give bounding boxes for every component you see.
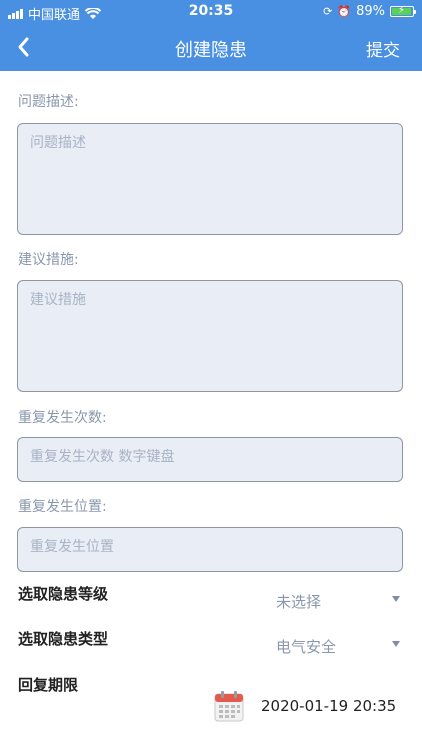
hazard-type-label: 选取隐患类型 [18, 630, 109, 648]
submit-button[interactable]: 提交 [366, 36, 400, 61]
hazard-level-value: 未选择 [276, 593, 322, 611]
page-title: 创建隐患 [175, 40, 247, 61]
deadline-datetime[interactable]: 2020-01-19 20:35 [261, 697, 396, 715]
hazard-level-select[interactable]: 未选择 [276, 591, 402, 612]
battery-text: 89% [356, 4, 385, 19]
suggested-measures-label: 建议措施: [18, 252, 79, 268]
suggested-measures-input[interactable]: 建议措施 [17, 280, 403, 392]
repeat-count-label: 重复发生次数: [18, 410, 107, 426]
repeat-location-label: 重复发生位置: [18, 499, 107, 515]
hazard-level-label: 选取隐患等级 [18, 585, 109, 603]
orientation-lock-icon: ⟳ [323, 5, 333, 18]
status-right: ⟳ ⏰ 89% ⚡ [323, 4, 416, 19]
battery-icon: ⚡ [390, 5, 416, 17]
hazard-type-select[interactable]: 电气安全 [276, 636, 402, 657]
chevron-down-icon [392, 641, 400, 647]
status-bar: 中国联通 20:35 ⟳ ⏰ 89% ⚡ [0, 0, 422, 24]
problem-description-input[interactable]: 问题描述 [17, 123, 403, 235]
hazard-type-value: 电气安全 [276, 638, 337, 656]
repeat-count-input[interactable]: 重复发生次数 数字键盘 [17, 437, 403, 482]
deadline-label: 回复期限 [18, 676, 79, 694]
alarm-icon: ⏰ [337, 5, 352, 18]
chevron-down-icon [392, 596, 400, 602]
repeat-location-input[interactable]: 重复发生位置 [17, 527, 403, 572]
top-bar: 中国联通 20:35 ⟳ ⏰ 89% ⚡ 创建隐患 提交 [0, 0, 422, 71]
calendar-icon[interactable] [214, 690, 244, 722]
problem-description-label: 问题描述: [18, 94, 79, 110]
navigation-bar: 创建隐患 提交 [0, 24, 422, 71]
